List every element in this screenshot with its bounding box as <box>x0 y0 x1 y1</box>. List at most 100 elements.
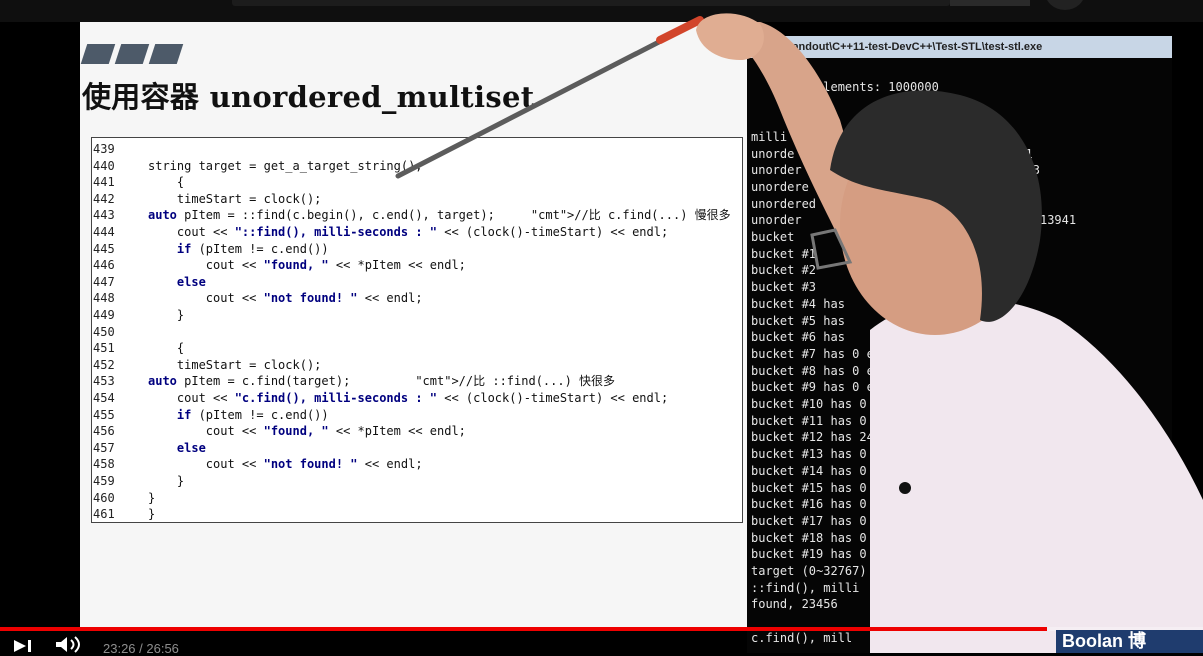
console-window: :\handout\C++11-test-DevC++\Test-STL\tes… <box>747 36 1172 653</box>
code-text: } <box>148 490 156 505</box>
line-number: 453 <box>93 374 115 389</box>
line-number: 459 <box>93 474 115 488</box>
code-text: string target = get_a_target_string(); <box>148 158 423 173</box>
console-line: bucket #12 has 24 el <box>751 430 896 445</box>
volume-icon[interactable] <box>54 636 88 653</box>
code-text: else <box>176 274 206 289</box>
line-number: 440 <box>93 158 115 173</box>
console-line: bucket #6 has <box>751 330 845 345</box>
code-text: } <box>148 507 156 522</box>
line-number: 451 <box>93 341 115 356</box>
line-number: 443 <box>93 208 115 223</box>
code-text: } <box>148 474 185 488</box>
console-line: c.find(), mill <box>751 630 853 645</box>
search-button[interactable] <box>950 0 1030 6</box>
line-number: 448 <box>93 291 115 306</box>
console-line: unorde 941 <box>751 146 1033 161</box>
console-line: ::find(), milli <box>751 580 860 595</box>
console-line: found, 23456 <box>751 597 838 612</box>
code-text: if (pItem != c.end()) <box>176 241 329 256</box>
line-number: 441 <box>93 175 115 190</box>
line-number: 458 <box>93 457 115 472</box>
code-line: 443 auto pItem = ::find(c.begin(), c.end(… <box>92 207 737 223</box>
code-text: auto pItem = ::find(c.begin(), c.end(), … <box>148 208 731 223</box>
line-number: 449 <box>93 308 115 322</box>
console-line: unorder = 357913941 <box>751 213 1077 228</box>
search-box[interactable] <box>232 0 950 6</box>
code-text: timeStart = clock(); <box>148 191 322 206</box>
line-number: 452 <box>93 357 115 372</box>
console-line: bucket #5 has <box>751 313 845 328</box>
code-line: 440 string target = get_a_target_string()… <box>92 158 737 174</box>
console-line: bucket #13 has 0 el <box>751 447 889 462</box>
code-line: 452 timeStart = clock(); <box>92 357 737 373</box>
code-line: 458 cout << "not found! " << endl; <box>92 456 737 472</box>
line-number: 455 <box>93 407 115 422</box>
line-number: 456 <box>93 424 115 439</box>
line-number: 457 <box>93 440 115 455</box>
play-icon[interactable] <box>12 638 34 654</box>
console-line: bucket #16 has 0 e <box>751 497 882 512</box>
console-line: any elements: 1000000 <box>751 79 939 94</box>
code-text: cout << "c.find(), milli-seconds : " << … <box>148 391 669 405</box>
console-line: bucket #17 has 0 <box>751 513 867 528</box>
console-line: bucket #7 has 0 el <box>751 346 882 361</box>
code-text: } <box>148 308 185 322</box>
console-line: bucket #4 has <box>751 296 845 311</box>
console-line: bucket #15 has 0 e <box>751 480 882 495</box>
code-line: 456 cout << "found, " << *pItem << endl; <box>92 423 737 439</box>
code-text: { <box>148 341 185 356</box>
line-number: 447 <box>93 274 115 289</box>
code-text: { <box>148 175 185 190</box>
code-text: cout << "not found! " << endl; <box>148 457 423 472</box>
code-line: 460} <box>92 490 737 506</box>
console-line: bucket #8 has 0 elem <box>751 363 896 378</box>
console-line: bucket #3 <box>751 280 817 295</box>
code-line: 449 } <box>92 307 737 323</box>
console-line: bucket #14 has 0 e <box>751 463 882 478</box>
console-line: unordered 1 <box>751 196 1019 211</box>
code-line: 450 <box>92 324 737 340</box>
time-display: 23:26 / 26:56 <box>103 641 179 656</box>
brand-watermark: Boolan 博 <box>1056 630 1203 653</box>
console-line: bucket <box>751 230 795 244</box>
line-number: 446 <box>93 258 115 273</box>
console-line: bucket #19 has 0 <box>751 547 867 562</box>
code-line: 451 { <box>92 340 737 356</box>
code-line: 442 timeStart = clock(); <box>92 191 737 207</box>
console-line: bucket #2 <box>751 263 817 278</box>
code-line: 461} <box>92 506 737 522</box>
line-number: 461 <box>93 507 115 522</box>
voice-search-icon[interactable] <box>1045 0 1085 10</box>
console-line: bucket #11 has 0 ele <box>751 413 896 428</box>
console-line: target (0~32767) <box>751 564 867 578</box>
code-text: cout << "found, " << *pItem << endl; <box>148 424 466 439</box>
code-line: 457 else <box>92 440 737 456</box>
code-text: cout << "::find(), milli-seconds : " << … <box>148 225 669 239</box>
code-line: 455 if (pItem != c.end()) <box>92 407 737 423</box>
console-line: bucket #18 has 0 <box>751 530 867 545</box>
console-line: bucket #1 <box>751 246 817 261</box>
code-text: cout << "found, " << *pItem << endl; <box>148 258 466 273</box>
code-line: 439 <box>92 141 737 157</box>
code-line: 459 } <box>92 473 737 489</box>
code-line: 448 cout << "not found! " << endl; <box>92 290 737 306</box>
code-text: auto pItem = c.find(target); "cmt">//比 :… <box>148 374 616 389</box>
line-number: 442 <box>93 191 115 206</box>
top-bar <box>0 0 1203 22</box>
video-progress-bar[interactable] <box>0 627 1203 631</box>
console-line: bucket #10 has 0 ele <box>751 397 896 411</box>
line-number: 445 <box>93 241 115 256</box>
code-listing: 439 440 string target = get_a_target_strin… <box>91 137 743 523</box>
code-line: 444 cout << "::find(), milli-seconds : "… <box>92 224 737 240</box>
console-line: unorder 6323 <box>751 163 1040 178</box>
line-number: 460 <box>93 490 115 505</box>
console-line: milli <box>751 129 788 144</box>
code-text: timeStart = clock(); <box>148 357 322 372</box>
slide-decoration-stripes <box>80 44 186 64</box>
line-number: 439 <box>93 142 115 156</box>
code-line: 447 else <box>92 274 737 290</box>
line-number: 444 <box>93 225 115 239</box>
code-line: 445 if (pItem != c.end()) <box>92 241 737 257</box>
code-line: 446 cout << "found, " << *pItem << endl; <box>92 257 737 273</box>
